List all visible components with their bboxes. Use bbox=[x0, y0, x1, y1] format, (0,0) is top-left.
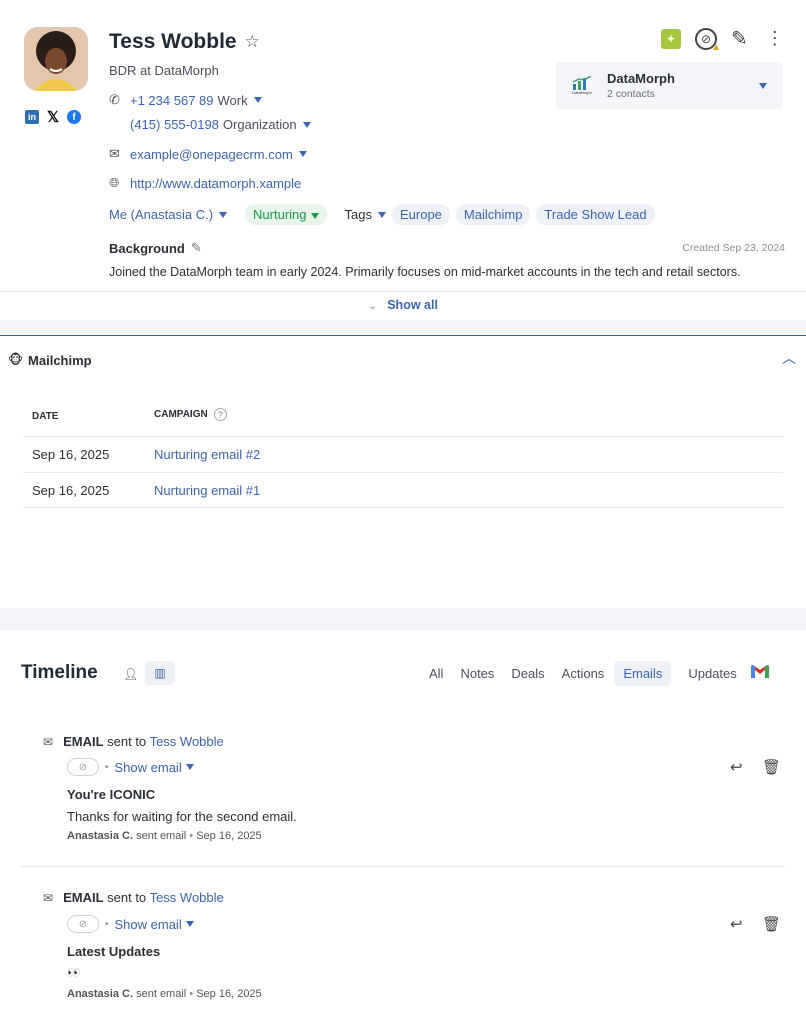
campaign-link[interactable]: Nurturing email #1 bbox=[154, 483, 260, 498]
tab-actions[interactable]: Actions bbox=[562, 666, 605, 681]
linkedin-icon[interactable]: in bbox=[25, 110, 39, 124]
star-icon[interactable]: ☆ bbox=[245, 32, 260, 52]
gmail-icon[interactable] bbox=[750, 665, 769, 681]
email-body: 👀 bbox=[67, 967, 81, 979]
edit-contact-icon[interactable]: ✎ bbox=[731, 26, 748, 51]
tab-notes[interactable]: Notes bbox=[460, 666, 494, 681]
show-all-button[interactable]: ⌄ Show all bbox=[368, 298, 438, 312]
phone-org-dropdown-caret[interactable] bbox=[302, 121, 311, 128]
show-email-caret[interactable] bbox=[185, 764, 194, 770]
tag-trade-show-lead[interactable]: Trade Show Lead bbox=[536, 204, 655, 225]
email-icon: ✉ bbox=[109, 146, 120, 161]
phone-org-link[interactable]: (415) 555-0198 bbox=[130, 117, 219, 132]
created-date: Created Sep 23, 2024 bbox=[682, 242, 785, 254]
author-name: Anastasia C. bbox=[67, 830, 134, 842]
owner-dropdown[interactable]: Me (Anastasia C.) bbox=[109, 207, 213, 222]
tags-dropdown[interactable]: Tags bbox=[345, 207, 372, 222]
company-filter-icon[interactable]: ▥ bbox=[145, 661, 175, 685]
reply-icon[interactable]: ↩ bbox=[730, 758, 743, 776]
contact-name: Tess Wobble bbox=[109, 30, 237, 53]
person-filter-icon[interactable]: 👤︎ bbox=[123, 667, 138, 681]
col-campaign-header: CAMPAIGN bbox=[154, 409, 208, 420]
tab-all[interactable]: All bbox=[429, 666, 443, 681]
contact-title: BDR at DataMorph bbox=[109, 63, 219, 78]
tab-updates[interactable]: Updates bbox=[688, 666, 736, 681]
email-subject: You're ICONIC bbox=[67, 787, 156, 802]
phone-org-type: Organization bbox=[222, 117, 297, 132]
company-name[interactable]: DataMorph bbox=[607, 71, 675, 86]
background-label: Background bbox=[109, 240, 185, 256]
tab-deals[interactable]: Deals bbox=[511, 666, 544, 681]
email-dropdown-caret[interactable] bbox=[298, 151, 307, 157]
no-sync-icon[interactable]: ⊘ ▲ bbox=[695, 27, 721, 53]
company-logo: DataMorph bbox=[568, 76, 596, 95]
company-contacts-count: 2 contacts bbox=[607, 88, 655, 100]
reply-icon[interactable]: ↩ bbox=[730, 915, 743, 933]
campaign-link[interactable]: Nurturing email #2 bbox=[154, 447, 260, 462]
table-row: Sep 16, 2025 bbox=[32, 447, 110, 462]
show-email-caret[interactable] bbox=[185, 921, 194, 927]
company-dropdown-caret[interactable] bbox=[759, 82, 767, 89]
warning-icon: ▲ bbox=[711, 41, 721, 53]
facebook-icon[interactable]: f bbox=[67, 110, 82, 124]
envelope-icon: ✉ bbox=[43, 890, 54, 905]
author-name: Anastasia C. bbox=[67, 988, 134, 1000]
tags-dropdown-caret[interactable] bbox=[377, 211, 386, 218]
tag-mailchimp[interactable]: Mailchimp bbox=[455, 204, 531, 225]
eye-off-icon[interactable]: ⊘ bbox=[67, 915, 99, 933]
col-date-header: DATE bbox=[32, 411, 59, 422]
more-options-icon[interactable]: ⋮ bbox=[766, 28, 784, 49]
email-body: Thanks for waiting for the second email. bbox=[67, 809, 297, 824]
owner-dropdown-caret[interactable] bbox=[219, 211, 228, 218]
email-subject: Latest Updates bbox=[67, 944, 161, 959]
show-email-toggle[interactable]: Show email bbox=[115, 760, 182, 775]
email-link[interactable]: example@onepagecrm.com bbox=[130, 147, 293, 162]
mailchimp-icon: 🐵︎ bbox=[8, 352, 24, 367]
event-date: Sep 16, 2025 bbox=[196, 830, 262, 842]
mailchimp-title: Mailchimp bbox=[28, 352, 92, 368]
magic-wand-icon[interactable]: ✦ bbox=[661, 28, 681, 49]
avatar bbox=[24, 27, 88, 91]
trash-icon[interactable]: 🗑︎ bbox=[762, 758, 781, 776]
envelope-icon: ✉ bbox=[43, 734, 54, 749]
tab-emails[interactable]: Emails bbox=[614, 660, 672, 686]
recipient-link[interactable]: Tess Wobble bbox=[150, 734, 224, 749]
background-text: Joined the DataMorph team in early 2024.… bbox=[109, 265, 741, 279]
recipient-link[interactable]: Tess Wobble bbox=[150, 890, 224, 905]
trash-icon[interactable]: 🗑︎ bbox=[762, 915, 781, 933]
globe-icon: 🌐︎ bbox=[109, 175, 120, 190]
phone-dropdown-caret[interactable] bbox=[253, 97, 262, 103]
website-link[interactable]: http://www.datamorph.xample bbox=[130, 176, 301, 191]
double-chevron-down-icon: ⌄ bbox=[368, 299, 378, 312]
x-twitter-icon[interactable]: 𝕏 bbox=[47, 108, 59, 126]
table-row: Sep 16, 2025 bbox=[32, 483, 110, 498]
phone-work-link[interactable]: +1 234 567 89 bbox=[130, 93, 214, 108]
event-date: Sep 16, 2025 bbox=[196, 988, 262, 1000]
company-card[interactable]: DataMorph DataMorph 2 contacts bbox=[556, 62, 783, 109]
status-badge[interactable]: Nurturing bbox=[245, 204, 327, 225]
eye-off-icon[interactable]: ⊘ bbox=[67, 758, 99, 776]
edit-background-icon[interactable]: ✎ bbox=[191, 240, 202, 256]
status-caret[interactable] bbox=[310, 212, 319, 219]
help-icon[interactable]: ? bbox=[213, 408, 227, 421]
timeline-title: Timeline bbox=[21, 662, 98, 683]
phone-icon: ✆ bbox=[109, 92, 120, 107]
phone-work-type: Work bbox=[217, 92, 248, 108]
collapse-chevron-icon[interactable]: ︿ bbox=[782, 348, 796, 368]
show-email-toggle[interactable]: Show email bbox=[115, 917, 182, 932]
tag-europe[interactable]: Europe bbox=[391, 204, 450, 225]
